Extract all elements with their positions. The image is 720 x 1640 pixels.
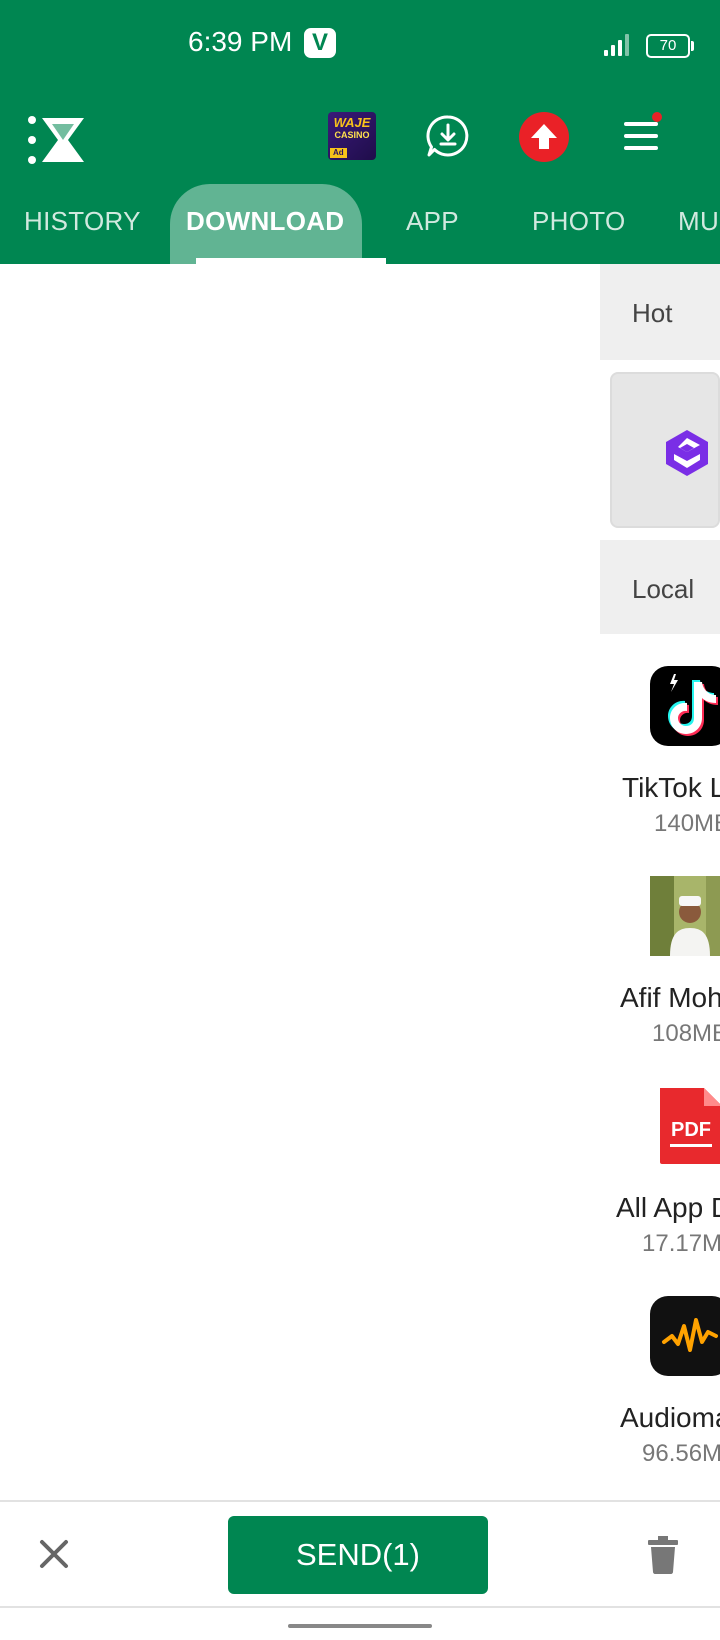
send-button[interactable]: SEND(1) xyxy=(228,1516,488,1594)
signal-icon xyxy=(604,32,634,56)
tiktok-icon xyxy=(650,666,720,746)
upload-icon xyxy=(531,124,557,149)
app-name: TikTok L xyxy=(622,772,720,803)
app-size: 96.56M xyxy=(642,1440,720,1467)
upload-button[interactable] xyxy=(519,112,569,162)
casino-ad[interactable]: WAJE CASINO Ad xyxy=(328,112,376,160)
battery-icon: 70 xyxy=(646,34,694,58)
tab-history[interactable]: HISTORY xyxy=(24,206,141,237)
trash-icon[interactable] xyxy=(648,1536,678,1574)
close-icon[interactable] xyxy=(36,1536,72,1572)
audiomack-icon xyxy=(650,1296,720,1376)
section-local-label: Local xyxy=(632,574,695,604)
app-header: 6:39 PM V 70 WAJE CASINO Ad HISTORY DOWN… xyxy=(0,0,720,264)
tab-music[interactable]: MU xyxy=(678,206,719,237)
app-name: Afif Moh xyxy=(620,982,720,1013)
section-hot-label: Hot xyxy=(632,298,673,328)
tab-photo[interactable]: PHOTO xyxy=(532,206,625,237)
section-local: Local xyxy=(600,540,720,634)
status-time: 6:39 PM xyxy=(188,26,293,57)
section-hot: Hot xyxy=(600,264,720,360)
whatsapp-download-icon[interactable] xyxy=(426,114,470,158)
app-name: All App D xyxy=(616,1192,720,1223)
app-name: Audioma xyxy=(620,1402,720,1433)
hot-app-card[interactable] xyxy=(610,372,720,528)
app-size: 108MB xyxy=(652,1020,720,1047)
app-size: 17.17M xyxy=(642,1230,720,1257)
home-indicator xyxy=(288,1624,432,1628)
tab-download[interactable]: DOWNLOAD xyxy=(186,206,344,237)
logo-icon[interactable] xyxy=(26,114,88,166)
menu-icon[interactable] xyxy=(624,122,658,150)
v-app-icon: V xyxy=(304,28,336,58)
ad-brand-line2: CASINO xyxy=(334,130,370,140)
notification-dot xyxy=(652,112,662,122)
app-size: 140MB xyxy=(654,810,720,837)
bottom-action-bar: SEND(1) xyxy=(0,1500,720,1608)
hot-app-icon xyxy=(666,430,708,476)
photo-thumbnail xyxy=(650,876,720,956)
tab-app[interactable]: APP xyxy=(406,206,459,237)
pdf-icon: PDF xyxy=(650,1086,720,1166)
ad-brand-line1: WAJE xyxy=(333,115,371,130)
ad-badge: Ad xyxy=(330,148,347,158)
svg-text:PDF: PDF xyxy=(671,1119,711,1141)
tab-indicator xyxy=(196,258,386,264)
